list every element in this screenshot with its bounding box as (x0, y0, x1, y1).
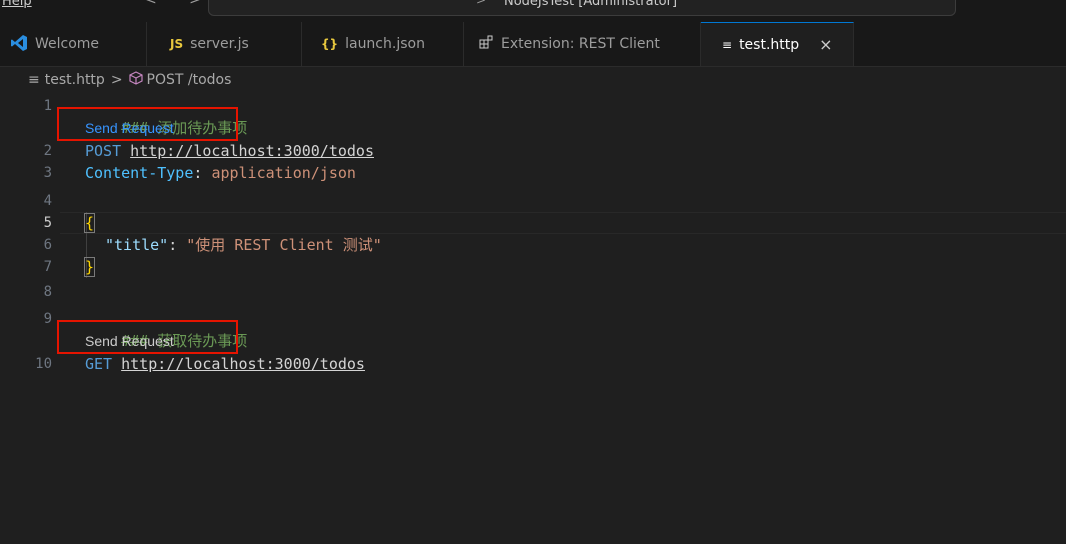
tab-launch-json[interactable]: {} launch.json (302, 22, 464, 66)
close-icon[interactable]: × (819, 35, 832, 54)
request-url[interactable]: http://localhost:3000/todos (130, 142, 374, 160)
line-number: 7 (43, 259, 52, 275)
tab-server-js[interactable]: JS server.js (147, 22, 302, 66)
tab-test-http[interactable]: ≡ test.http × (701, 22, 854, 66)
breadcrumb: ≡ test.http > POST /todos (28, 71, 231, 89)
tab-label: launch.json (345, 36, 425, 52)
http-file-icon: ≡ (28, 72, 40, 88)
code-line-6: "title": "使用 REST Client 测试" (105, 236, 382, 254)
highlight-box (57, 320, 238, 354)
code-line-2: POST http://localhost:3000/todos (85, 142, 374, 160)
code-line-5: { (83, 213, 96, 233)
js-file-icon: JS (170, 37, 184, 51)
menu-help[interactable]: Help (2, 0, 32, 9)
editor-tab-bar: Welcome JS server.js {} launch.json Exte… (0, 22, 1066, 67)
line-number: 3 (43, 165, 52, 181)
vscode-logo-icon (10, 34, 28, 55)
line-number: 4 (43, 193, 52, 209)
line-number: 6 (43, 237, 52, 253)
request-url[interactable]: http://localhost:3000/todos (121, 355, 365, 373)
chevron-right-icon: > (476, 0, 487, 7)
line-number: 10 (35, 356, 52, 372)
title-bar: Help < > > NodeJsTest [Administrator] (0, 0, 1066, 22)
code-line-10: GET http://localhost:3000/todos (85, 355, 365, 373)
extension-icon (479, 35, 494, 53)
tab-label: test.http (739, 36, 800, 53)
cube-icon (128, 71, 143, 89)
code-line-7: } (83, 257, 96, 277)
tab-label: Extension: REST Client (501, 36, 660, 52)
breadcrumb-symbol[interactable]: POST /todos (147, 72, 232, 88)
line-number: 2 (43, 143, 52, 159)
breadcrumb-file[interactable]: test.http (45, 72, 105, 88)
current-line-highlight (60, 212, 1066, 234)
highlight-box (57, 107, 238, 141)
line-number: 1 (43, 98, 52, 114)
command-center-text: NodeJsTest [Administrator] (504, 0, 678, 9)
tab-label: Welcome (35, 36, 100, 52)
json-file-icon: {} (321, 37, 339, 51)
tab-extension-rest-client[interactable]: Extension: REST Client (464, 22, 701, 66)
code-line-3: Content-Type: application/json (85, 164, 356, 182)
tab-welcome[interactable]: Welcome (0, 22, 147, 66)
line-number: 8 (43, 284, 52, 300)
breadcrumb-separator: > (110, 72, 123, 88)
line-number: 9 (43, 311, 52, 327)
nav-back-forward-buttons[interactable]: < > (145, 0, 215, 8)
http-file-icon: ≡ (722, 37, 733, 52)
code-editor[interactable]: 1 2 3 4 5 6 7 8 9 10 ### 添加待办事项 Send Req… (0, 95, 1066, 544)
tab-label: server.js (190, 36, 249, 52)
line-number-current: 5 (43, 215, 52, 231)
